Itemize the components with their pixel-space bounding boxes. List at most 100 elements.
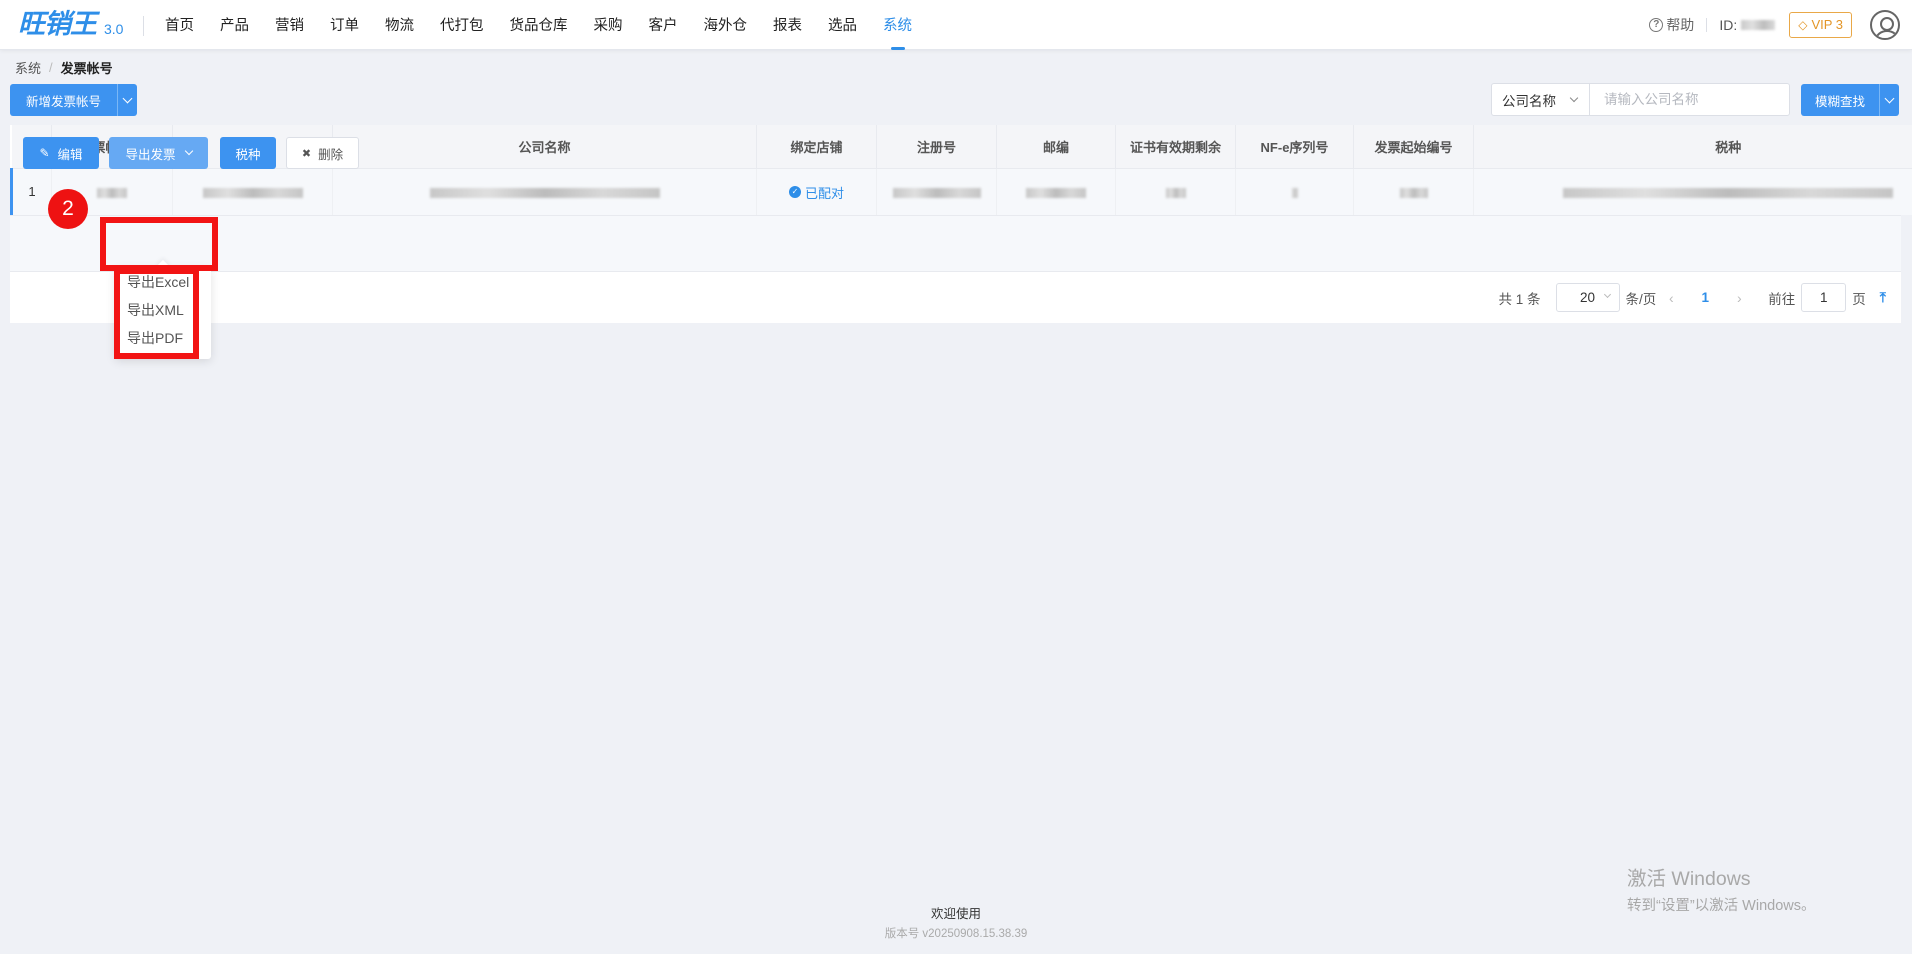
page-size-select[interactable]: 20	[1555, 283, 1620, 312]
cell-redacted	[876, 168, 997, 215]
nav-item-system[interactable]: 系统	[870, 0, 925, 50]
search-input[interactable]	[1590, 84, 1789, 115]
highlight-export-menu	[114, 268, 199, 359]
chevron-down-icon	[184, 146, 193, 156]
add-dropdown-toggle[interactable]	[117, 84, 138, 116]
column-header: 证书有效期剩余	[1115, 125, 1236, 169]
cell-redacted	[1473, 168, 1912, 215]
help-link[interactable]: ? 帮助	[1649, 15, 1694, 35]
search-bar: 公司名称	[1491, 83, 1790, 116]
highlight-export-button	[100, 217, 218, 271]
nav-item-reports[interactable]: 报表	[760, 0, 815, 50]
nav-item-packing[interactable]: 代打包	[427, 0, 497, 50]
nav-item-purchasing[interactable]: 采购	[581, 0, 636, 50]
step-badge: 2	[48, 189, 88, 229]
export-invoice-button[interactable]: 导出发票	[109, 137, 208, 169]
shop-status: ✓ 已配对	[788, 183, 844, 202]
chevron-down-icon	[1603, 290, 1611, 299]
cell-redacted	[172, 168, 333, 215]
cell-redacted	[996, 168, 1116, 215]
windows-activation-watermark: 激活 Windows 转到“设置”以激活 Windows。	[1627, 862, 1816, 915]
watermark-line1: 激活 Windows	[1627, 868, 1751, 890]
fuzzy-search-button[interactable]: 模糊查找	[1801, 84, 1879, 116]
vip-label: VIP 3	[1811, 17, 1843, 32]
nav-item-home[interactable]: 首页	[152, 0, 207, 50]
page-suffix: 页	[1852, 291, 1866, 307]
column-header: 绑定店铺	[756, 125, 877, 169]
breadcrumb-current: 发票帐号	[60, 61, 113, 76]
fuzzy-search-group: 模糊查找	[1801, 84, 1899, 116]
row-action-bar	[10, 215, 1901, 272]
logo-text: 旺销王	[18, 9, 97, 40]
column-header: 注册号	[876, 125, 997, 169]
nav-item-customers[interactable]: 客户	[636, 0, 691, 50]
vip-badge[interactable]: ◇ VIP 3	[1789, 12, 1852, 38]
help-label: 帮助	[1666, 17, 1695, 33]
main-nav: 首页 产品 营销 订单 物流 代打包 货品仓库 采购 客户 海外仓 报表 选品 …	[152, 0, 925, 50]
back-to-top-icon[interactable]: ⤒	[1880, 289, 1886, 306]
search-field-select[interactable]: 公司名称	[1492, 84, 1590, 115]
next-page-icon[interactable]: ›	[1724, 290, 1754, 306]
check-circle-icon: ✓	[788, 186, 801, 198]
row-index: 1	[10, 168, 52, 215]
column-header: 税种	[1473, 125, 1912, 169]
page-size-value: 20	[1580, 290, 1596, 305]
divider	[1706, 18, 1708, 32]
cell-shop-status: ✓ 已配对	[756, 168, 877, 215]
footer-welcome: 欢迎使用	[930, 907, 981, 921]
search-dropdown-toggle[interactable]	[1879, 84, 1899, 116]
cell-redacted	[1353, 168, 1474, 215]
question-icon: ?	[1649, 18, 1664, 32]
column-header: 发票起始编号	[1353, 125, 1474, 169]
prev-page-icon[interactable]: ‹	[1656, 290, 1686, 306]
table-row[interactable]: 1 ✓ 已配对	[10, 168, 1912, 215]
watermark-line2: 转到“设置”以激活 Windows。	[1627, 898, 1816, 914]
nav-item-orders[interactable]: 订单	[317, 0, 372, 50]
cell-redacted	[1235, 168, 1354, 215]
pagination-total: 共 1 条	[1498, 291, 1541, 307]
diamond-icon: ◇	[1798, 18, 1808, 32]
chevron-down-icon	[1884, 93, 1895, 103]
goto-label: 前往	[1768, 291, 1796, 307]
close-icon: ✖	[301, 147, 312, 160]
add-invoice-account-button[interactable]: 新增发票帐号	[10, 84, 118, 116]
column-header: 邮编	[996, 125, 1116, 169]
divider	[143, 16, 144, 36]
search-field-value: 公司名称	[1502, 93, 1556, 109]
pagination: 共 1 条 20 条/页 ‹ 1 › 前往 1 页 ⤒	[1499, 283, 1886, 312]
user-id-label: ID:	[1719, 17, 1738, 33]
nav-item-warehouse[interactable]: 货品仓库	[497, 0, 581, 50]
edit-icon: ✎	[39, 146, 50, 160]
user-avatar-icon[interactable]	[1870, 10, 1900, 40]
delete-button[interactable]: ✖ 删除	[286, 137, 359, 169]
nav-item-product-selection[interactable]: 选品	[815, 0, 870, 50]
nav-item-marketing[interactable]: 营销	[262, 0, 317, 50]
column-header: 公司名称	[332, 125, 757, 169]
goto-page-input[interactable]: 1	[1801, 283, 1847, 312]
header-right: ? 帮助 ID: ◇ VIP 3	[1649, 0, 1912, 50]
current-page[interactable]: 1	[1686, 290, 1724, 305]
breadcrumb-separator: /	[49, 60, 53, 75]
nav-item-logistics[interactable]: 物流	[372, 0, 427, 50]
app-logo[interactable]: 旺销王 3.0	[18, 8, 123, 42]
top-navbar: 旺销王 3.0 首页 产品 营销 订单 物流 代打包 货品仓库 采购 客户 海外…	[0, 0, 1912, 50]
chevron-down-icon	[1569, 93, 1579, 102]
breadcrumb-parent[interactable]: 系统	[15, 58, 41, 77]
export-invoice-label: 导出发票	[125, 147, 176, 162]
nav-item-products[interactable]: 产品	[207, 0, 262, 50]
user-id-redacted	[1741, 20, 1776, 30]
add-invoice-account-group: 新增发票帐号	[10, 84, 138, 116]
logo-version: 3.0	[104, 21, 124, 37]
shop-status-label: 已配对	[804, 185, 844, 201]
delete-label: 删除	[318, 147, 344, 162]
cell-redacted	[332, 168, 757, 215]
per-page-label: 条/页	[1625, 291, 1657, 307]
nav-item-overseas-warehouse[interactable]: 海外仓	[691, 0, 761, 50]
tax-type-button[interactable]: 税种	[220, 137, 276, 169]
cell-redacted	[1115, 168, 1236, 215]
edit-button[interactable]: ✎ 编辑	[23, 137, 99, 169]
column-header: NF-e序列号	[1235, 125, 1354, 169]
breadcrumb: 系统 / 发票帐号	[15, 58, 113, 77]
footer-version: 版本号 v20250908.15.38.39	[884, 928, 1028, 940]
chevron-down-icon	[122, 93, 133, 103]
